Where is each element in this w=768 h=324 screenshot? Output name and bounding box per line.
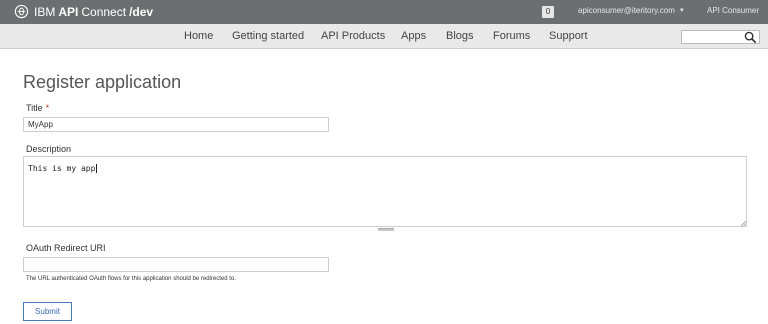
- nav-bar: Home Getting started API Products Apps B…: [0, 24, 768, 49]
- brand-env: /dev: [129, 4, 154, 19]
- user-menu[interactable]: apiconsumer@iteritory.com ▼: [578, 6, 685, 15]
- oauth-label: OAuth Redirect URI: [26, 243, 106, 253]
- nav-item-apps[interactable]: Apps: [401, 30, 426, 42]
- nav-item-blogs[interactable]: Blogs: [446, 30, 474, 42]
- description-text: This is my app: [28, 164, 96, 173]
- nav-item-home[interactable]: Home: [184, 30, 213, 42]
- nav-item-forums[interactable]: Forums: [493, 30, 530, 42]
- submit-button[interactable]: Submit: [23, 302, 72, 321]
- notification-badge[interactable]: 0: [542, 6, 554, 18]
- search-icon[interactable]: [744, 31, 757, 44]
- brand-connect: Connect: [81, 4, 127, 19]
- resize-grip-icon[interactable]: [740, 220, 746, 226]
- org-name[interactable]: API Consumer: [707, 6, 759, 15]
- nav-item-getting-started[interactable]: Getting started: [232, 30, 304, 42]
- ibm-bee-logo-icon: [14, 4, 29, 19]
- oauth-help-text: The URL authenticated OAuth flows for th…: [26, 276, 236, 282]
- title-field[interactable]: MyApp: [23, 117, 329, 132]
- textarea-drag-handle[interactable]: [378, 228, 394, 231]
- oauth-redirect-field[interactable]: [23, 257, 329, 272]
- brand-api: API: [58, 4, 79, 19]
- brand-logo[interactable]: IBM API Connect /dev: [14, 4, 153, 19]
- chevron-down-icon: ▼: [678, 8, 685, 14]
- user-email: apiconsumer@iteritory.com: [578, 6, 675, 15]
- brand-ibm: IBM: [34, 4, 56, 19]
- title-label-text: Title: [26, 103, 43, 113]
- title-label: Title *: [26, 103, 49, 113]
- description-label: Description: [26, 144, 72, 154]
- page-title: Register application: [23, 72, 182, 92]
- nav-item-support[interactable]: Support: [549, 30, 588, 42]
- top-bar: IBM API Connect /dev 0 apiconsumer@iteri…: [0, 0, 768, 24]
- required-marker: *: [45, 103, 50, 113]
- text-caret: [96, 164, 98, 173]
- nav-item-api-products[interactable]: API Products: [321, 30, 385, 42]
- description-field[interactable]: This is my app: [23, 156, 747, 227]
